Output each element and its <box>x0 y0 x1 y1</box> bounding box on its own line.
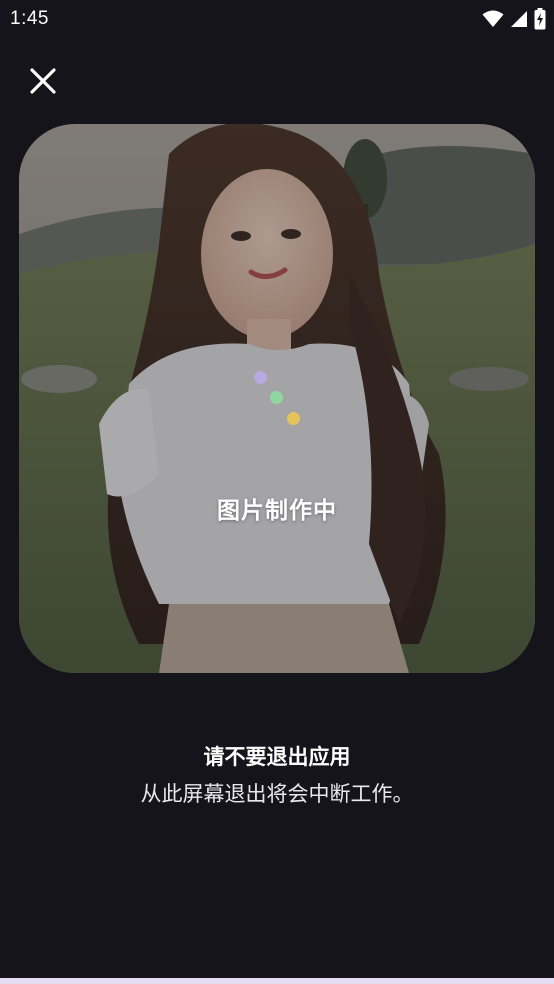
loading-dot-1 <box>254 371 267 384</box>
status-time: 1:45 <box>10 8 49 29</box>
navigation-bar <box>0 978 554 984</box>
image-generation-status: 图片制作中 <box>217 498 337 524</box>
warning-message: 从此屏幕退出将会中断工作。 <box>140 782 414 806</box>
battery-charging-icon <box>534 8 546 30</box>
signal-icon <box>511 11 527 27</box>
warning-title: 请不要退出应用 <box>203 745 351 769</box>
loading-dot-2 <box>270 391 283 404</box>
status-icons <box>482 8 546 30</box>
generated-image-card: 图片制作中 <box>19 124 535 673</box>
wifi-icon <box>482 10 504 27</box>
close-icon <box>30 68 56 94</box>
status-bar: 1:45 <box>0 0 554 40</box>
loading-dot-3 <box>287 412 300 425</box>
close-button[interactable] <box>24 62 62 100</box>
